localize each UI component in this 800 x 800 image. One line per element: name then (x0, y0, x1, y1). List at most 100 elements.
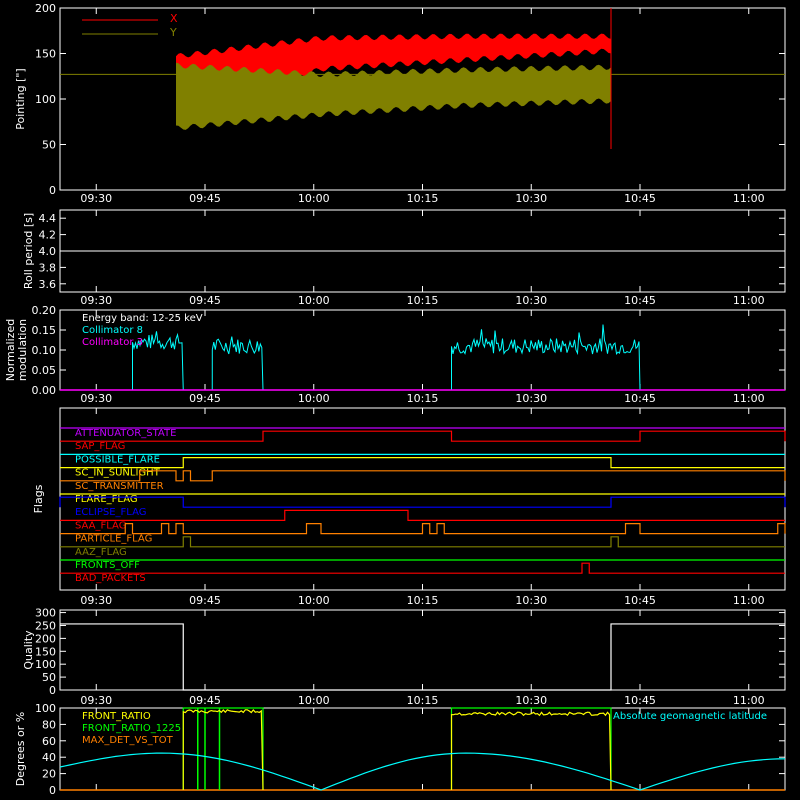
legend-label: FRONT_RATIO_1225 (82, 723, 181, 734)
y-tick-label: 3.8 (39, 261, 57, 274)
flag-label: PARTICLE_FLAG (75, 534, 152, 545)
x-tick-label: 10:15 (407, 294, 439, 307)
y-tick-label: 50 (42, 671, 56, 684)
legend-label: Collimator 8 (82, 325, 143, 336)
panel-pointing: 09:30 09:45 10:00 10:15 10:30 10:45 11:00 0 50 10… (14, 2, 786, 205)
x-tick-label: 10:30 (515, 294, 547, 307)
y-tick-label: 80 (42, 718, 56, 731)
x-tick-label: 10:45 (624, 392, 656, 405)
flag-line (60, 562, 785, 574)
y-tick-label: 40 (42, 751, 56, 764)
y-tick-label: 4.4 (39, 212, 57, 225)
series-front-ratio (450, 711, 612, 791)
legend-label: X (170, 12, 178, 25)
x-tick-label: 10:45 (624, 594, 656, 607)
x-tick-label: 09:45 (189, 694, 221, 707)
x-tick-label: 09:30 (80, 594, 112, 607)
x-tick-label: 10:30 (515, 192, 547, 205)
x-tick-label: 10:00 (298, 192, 330, 205)
flag-line (60, 536, 785, 548)
y-tick-label: 100 (35, 658, 56, 671)
panel-flags: 09:30 09:45 10:00 10:15 10:30 10:45 11:00 Flags… (32, 407, 786, 607)
y-axis-label: Quality (22, 630, 35, 670)
y-tick-label: 0.00 (32, 384, 57, 397)
y-tick-label: 150 (35, 645, 56, 658)
y-tick-label: 300 (35, 607, 56, 620)
x-tick-label: 10:15 (407, 392, 439, 405)
legend-label: Collimator 3 (82, 337, 143, 348)
y-axis-label: Degrees or % (14, 712, 27, 786)
flag-line (60, 470, 786, 482)
y-axis-label: Roll period [s] (22, 213, 35, 289)
series-front-ratio-1225 (450, 707, 612, 790)
x-tick-label: 10:15 (407, 694, 439, 707)
flag-label: ECLIPSE_FLAG (75, 507, 146, 518)
y-tick-label: 100 (35, 702, 56, 715)
y-tick-label: 0.15 (32, 324, 57, 337)
flag-line (60, 457, 785, 469)
x-tick-label: 11:00 (733, 392, 765, 405)
flag-label: SC_IN_SUNLIGHT (75, 468, 161, 479)
x-tick-label: 11:00 (733, 192, 765, 205)
legend-label: MAX_DET_VS_TOT (82, 735, 174, 746)
flag-line (60, 522, 786, 535)
x-tick-label: 10:45 (624, 694, 656, 707)
y-tick-label: 60 (42, 735, 56, 748)
y-tick-label: 4.2 (39, 229, 57, 242)
y-tick-label: 200 (35, 632, 56, 645)
x-tick-label: 09:45 (189, 594, 221, 607)
y-tick-label: 200 (35, 2, 56, 15)
flag-line (60, 509, 785, 522)
y-tick-label: 4.0 (39, 245, 57, 258)
x-tick-label: 10:00 (298, 694, 330, 707)
y-tick-label: 50 (42, 139, 56, 152)
series-y-band (176, 62, 611, 130)
series-front-ratio-1225 (182, 707, 264, 790)
legend-label: Y (169, 26, 177, 39)
panel-modulation: 09:30 09:45 10:00 10:15 10:30 10:45 11:00 0.00 0… (4, 304, 786, 405)
flag-label: BAD_PACKETS (75, 573, 146, 584)
x-tick-label: 11:00 (733, 594, 765, 607)
y-tick-label: 0.10 (32, 344, 57, 357)
y-tick-label: 0 (49, 684, 56, 697)
flag-label: FLARE_FLAG (75, 494, 138, 505)
series-front-ratio (182, 708, 264, 791)
y-tick-label: 0 (49, 184, 56, 197)
x-tick-label: 09:30 (80, 694, 112, 707)
y-tick-label: 3.6 (39, 278, 57, 291)
x-tick-label: 10:30 (515, 694, 547, 707)
plot-frame (59, 609, 786, 691)
flag-label: AAZ_FLAG (75, 547, 127, 558)
y-axis-label: Pointing ["] (14, 68, 27, 129)
series-collimator-8 (451, 324, 641, 391)
y-tick-label: 0 (49, 784, 56, 797)
flag-label: FRONTS_OFF (75, 560, 140, 571)
x-tick-label: 09:30 (80, 294, 112, 307)
x-tick-label: 10:00 (298, 392, 330, 405)
y-tick-label: 150 (35, 48, 56, 61)
series-collimator-8 (211, 336, 264, 391)
flag-label: SAP_FLAG (75, 441, 125, 452)
flag-line (59, 496, 786, 508)
panel-quality: 09:30 09:45 10:00 10:15 10:30 10:45 11:00 05010… (22, 607, 786, 707)
y-tick-label: 250 (35, 619, 56, 632)
x-tick-label: 10:45 (624, 192, 656, 205)
legend-label: FRONT_RATIO (82, 711, 151, 722)
flag-label: POSSIBLE_FLARE (75, 454, 160, 465)
y-axis-label: Flags (32, 484, 45, 513)
x-tick-label: 09:30 (80, 192, 112, 205)
x-tick-label: 09:30 (80, 392, 112, 405)
x-tick-label: 11:00 (733, 294, 765, 307)
flag-label: SAA_FLAG (75, 520, 126, 531)
flag-label: SC_TRANSMITTER (75, 481, 164, 492)
rhessi-observing-summary: 09:30 09:45 10:00 10:15 10:30 10:45 11:0005010… (4, 2, 786, 797)
annotation-energy-band: Energy band: 12-25 keV (82, 313, 203, 324)
y-axis-label: modulation (16, 319, 29, 381)
x-tick-label: 10:00 (298, 294, 330, 307)
x-tick-label: 10:00 (298, 594, 330, 607)
x-tick-label: 11:00 (733, 694, 765, 707)
x-tick-label: 10:15 (407, 594, 439, 607)
x-tick-label: 10:45 (624, 294, 656, 307)
y-tick-label: 0.20 (32, 304, 57, 317)
panel-status: 0 20 40 60 80 100 Degrees or % FRONT_RATIOFRONT… (14, 702, 786, 797)
